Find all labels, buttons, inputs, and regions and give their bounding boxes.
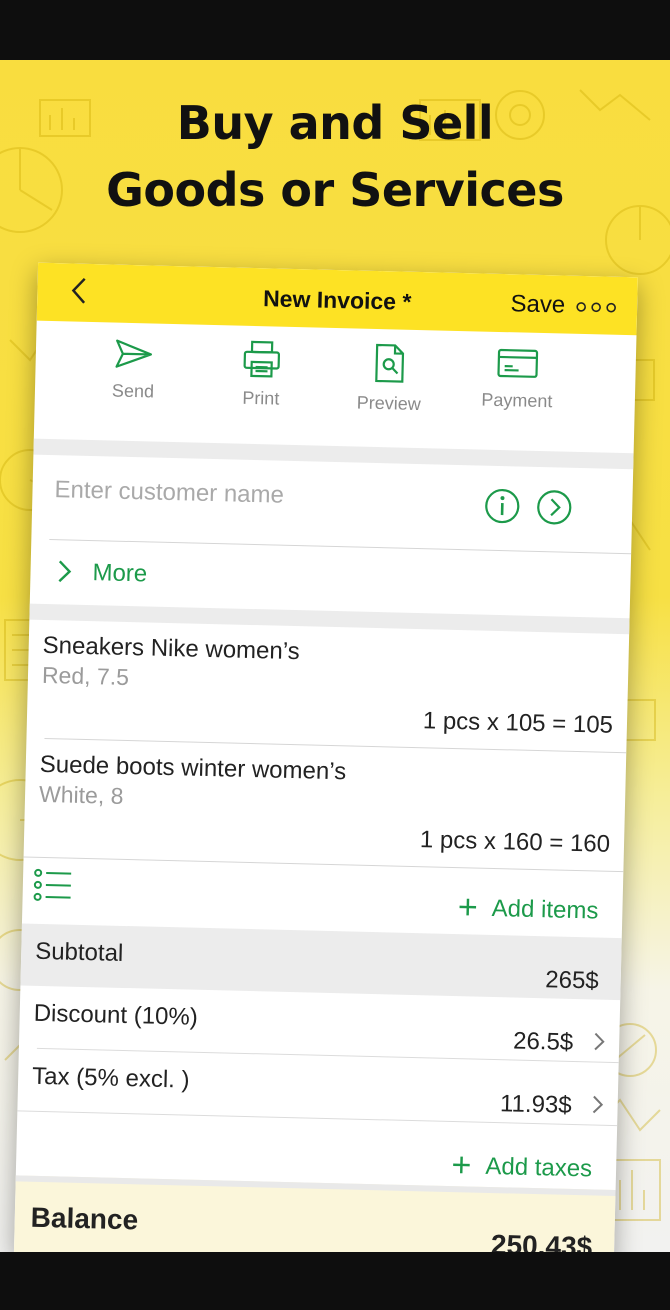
preview-button[interactable]: Preview <box>329 342 451 416</box>
item-description: White, 8 <box>38 780 124 809</box>
more-label: More <box>92 559 148 588</box>
plus-icon: + <box>451 1146 472 1185</box>
discount-label: Discount (10%) <box>33 999 199 1031</box>
invoice-screen: New Invoice * Save Send Print Preview Pa… <box>13 262 638 1268</box>
chevron-right-icon <box>593 1031 606 1056</box>
subtotal-value: 265$ <box>545 966 600 995</box>
list-icon[interactable] <box>32 868 73 908</box>
payment-button[interactable]: Payment <box>457 345 579 413</box>
document-search-icon <box>375 343 405 383</box>
credit-card-icon <box>497 348 539 378</box>
chevron-right-icon <box>56 558 73 589</box>
preview-label: Preview <box>356 392 422 415</box>
bottom-black-bar <box>0 1252 670 1310</box>
subtotal-label: Subtotal <box>34 937 124 967</box>
print-button[interactable]: Print <box>201 339 323 411</box>
discount-value: 26.5$ <box>512 1027 574 1056</box>
send-label: Send <box>111 380 155 402</box>
printer-icon <box>243 340 281 378</box>
headline-line-1: Buy and Sell <box>176 96 494 150</box>
add-items-label: Add items <box>491 894 599 925</box>
balance-label: Balance <box>30 1201 139 1236</box>
tax-value: 11.93$ <box>499 1090 572 1119</box>
list-item[interactable]: Sneakers Nike women’s Red, 7.5 1 pcs x 1… <box>26 620 629 753</box>
info-icon[interactable] <box>484 488 521 530</box>
plus-icon: + <box>457 888 479 927</box>
item-description: Red, 7.5 <box>41 661 130 691</box>
customer-name-input[interactable] <box>52 475 477 516</box>
chevron-right-circle-icon[interactable] <box>536 489 573 531</box>
print-label: Print <box>242 387 280 409</box>
action-toolbar: Send Print Preview Payment <box>34 321 637 454</box>
add-taxes-label: Add taxes <box>485 1152 593 1183</box>
item-name: Sneakers Nike women’s <box>42 631 301 666</box>
send-icon <box>115 339 152 368</box>
tax-label: Tax (5% excl. ) <box>31 1062 190 1094</box>
chevron-right-icon <box>591 1094 604 1119</box>
save-button[interactable]: Save <box>510 290 565 319</box>
headline-line-2: Goods or Services <box>106 163 564 217</box>
top-black-bar <box>0 0 670 60</box>
list-item[interactable]: Suede boots winter women’s White, 8 1 pc… <box>24 739 627 872</box>
customer-section <box>31 455 633 554</box>
item-calculation: 1 pcs x 105 = 105 <box>422 707 614 739</box>
add-items-button[interactable]: + Add items <box>457 888 598 930</box>
more-dots-icon[interactable] <box>575 300 617 315</box>
send-button[interactable]: Send <box>73 336 195 404</box>
payment-label: Payment <box>481 389 553 412</box>
item-calculation: 1 pcs x 160 = 160 <box>419 826 611 858</box>
add-taxes-button[interactable]: + Add taxes <box>451 1146 593 1188</box>
